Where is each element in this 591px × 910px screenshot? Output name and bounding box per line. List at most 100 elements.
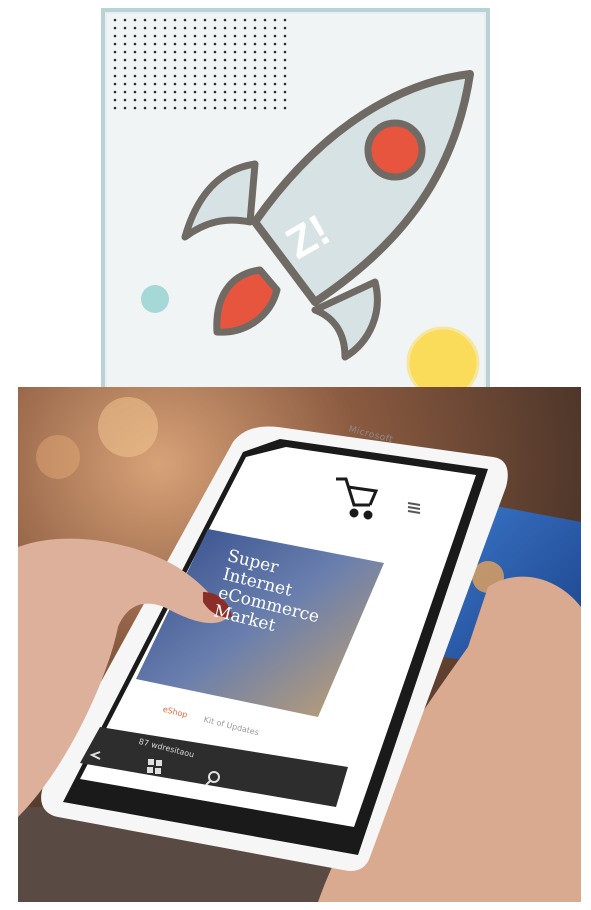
pattern-dot bbox=[163, 26, 167, 30]
pattern-dot bbox=[143, 26, 147, 30]
pattern-dot bbox=[273, 34, 277, 38]
pattern-dot bbox=[243, 98, 247, 102]
pattern-dot bbox=[163, 42, 167, 46]
pattern-dot bbox=[193, 18, 197, 22]
pattern-dot bbox=[203, 42, 207, 46]
pattern-dot bbox=[253, 42, 257, 46]
pattern-dot bbox=[283, 74, 287, 78]
pattern-dot bbox=[193, 106, 197, 110]
pattern-dot bbox=[183, 50, 187, 54]
pattern-dot bbox=[273, 82, 277, 86]
pattern-dot bbox=[153, 98, 157, 102]
pattern-dot bbox=[203, 34, 207, 38]
pattern-dot bbox=[113, 34, 117, 38]
pattern-dot bbox=[203, 98, 207, 102]
pattern-dot bbox=[213, 82, 217, 86]
pattern-dot bbox=[143, 58, 147, 62]
rocket-flame bbox=[213, 266, 281, 336]
pattern-dot bbox=[243, 90, 247, 94]
pattern-dot bbox=[143, 66, 147, 70]
pattern-dot bbox=[153, 42, 157, 46]
pattern-dot bbox=[173, 74, 177, 78]
pattern-dot bbox=[173, 50, 177, 54]
pattern-dot bbox=[183, 34, 187, 38]
rocket-body bbox=[251, 70, 474, 306]
pattern-dot bbox=[133, 50, 137, 54]
pattern-dot bbox=[163, 106, 167, 110]
pattern-dot bbox=[183, 18, 187, 22]
pattern-dot bbox=[263, 42, 267, 46]
pattern-dot bbox=[223, 106, 227, 110]
pattern-dot bbox=[173, 98, 177, 102]
pattern-dot bbox=[283, 82, 287, 86]
pattern-dot bbox=[263, 34, 267, 38]
pattern-dot bbox=[233, 42, 237, 46]
pattern-dot bbox=[153, 50, 157, 54]
pattern-dot bbox=[243, 74, 247, 78]
pattern-dot bbox=[193, 66, 197, 70]
pattern-dot bbox=[263, 26, 267, 30]
pattern-dot bbox=[213, 90, 217, 94]
pattern-dot bbox=[243, 82, 247, 86]
pattern-dot bbox=[153, 106, 157, 110]
pattern-dot bbox=[273, 26, 277, 30]
pattern-dot bbox=[273, 98, 277, 102]
rocket-left-fin bbox=[181, 160, 259, 241]
pattern-dot bbox=[233, 34, 237, 38]
pattern-dot bbox=[133, 26, 137, 30]
pattern-dot bbox=[163, 74, 167, 78]
pattern-dot bbox=[283, 98, 287, 102]
pattern-dot bbox=[213, 58, 217, 62]
pattern-dot bbox=[213, 42, 217, 46]
pattern-dot bbox=[203, 90, 207, 94]
pattern-dot bbox=[163, 50, 167, 54]
pattern-dot bbox=[173, 34, 177, 38]
pattern-dot bbox=[133, 90, 137, 94]
pattern-dot bbox=[263, 106, 267, 110]
pattern-dot bbox=[113, 98, 117, 102]
rocket-window bbox=[364, 119, 426, 181]
pattern-dot bbox=[153, 34, 157, 38]
pattern-dot bbox=[213, 18, 217, 22]
pattern-dot bbox=[193, 34, 197, 38]
pattern-dot bbox=[273, 106, 277, 110]
pattern-dot bbox=[113, 18, 117, 22]
pattern-dot bbox=[143, 74, 147, 78]
pattern-dot bbox=[213, 50, 217, 54]
pattern-dot bbox=[163, 82, 167, 86]
pattern-dot bbox=[273, 50, 277, 54]
pattern-dot bbox=[123, 50, 127, 54]
pattern-dot bbox=[183, 90, 187, 94]
pattern-dot bbox=[283, 90, 287, 94]
pattern-dot bbox=[183, 42, 187, 46]
pattern-dot bbox=[273, 42, 277, 46]
pattern-dot bbox=[233, 50, 237, 54]
pattern-dot bbox=[183, 82, 187, 86]
pattern-dot bbox=[213, 34, 217, 38]
pattern-dot bbox=[283, 42, 287, 46]
pattern-dot bbox=[253, 58, 257, 62]
pattern-dot bbox=[153, 18, 157, 22]
pattern-dot bbox=[173, 18, 177, 22]
pattern-dot bbox=[163, 58, 167, 62]
pattern-dot bbox=[143, 18, 147, 22]
pattern-dot bbox=[213, 26, 217, 30]
pattern-dot bbox=[253, 50, 257, 54]
pattern-dot bbox=[133, 106, 137, 110]
pattern-dot bbox=[133, 42, 137, 46]
pattern-dot bbox=[243, 58, 247, 62]
pattern-dot bbox=[243, 50, 247, 54]
pattern-dot bbox=[143, 98, 147, 102]
pattern-dot bbox=[193, 82, 197, 86]
pattern-dot bbox=[193, 90, 197, 94]
pattern-dot bbox=[173, 90, 177, 94]
pattern-dot bbox=[283, 106, 287, 110]
pattern-dot bbox=[233, 98, 237, 102]
pattern-dot bbox=[263, 98, 267, 102]
pattern-dot bbox=[123, 18, 127, 22]
pattern-dot bbox=[143, 34, 147, 38]
pattern-dot bbox=[243, 66, 247, 70]
pattern-dot bbox=[123, 98, 127, 102]
pattern-dot bbox=[123, 90, 127, 94]
pattern-dot bbox=[153, 74, 157, 78]
